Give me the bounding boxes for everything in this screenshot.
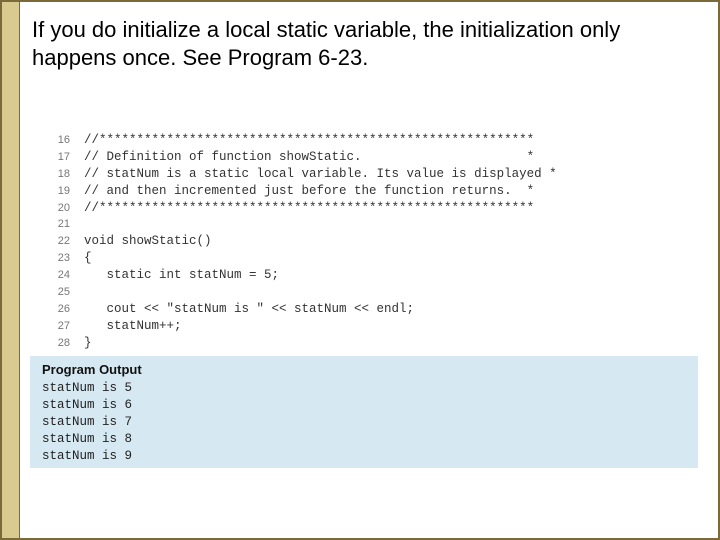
slide-container: If you do initialize a local static vari… — [0, 0, 720, 540]
left-accent-bar — [2, 2, 20, 538]
program-output: statNum is 5 statNum is 6 statNum is 7 s… — [42, 380, 682, 464]
code-listing: 16//************************************… — [42, 132, 682, 351]
program-output-heading: Program Output — [42, 362, 142, 377]
intro-paragraph: If you do initialize a local static vari… — [32, 16, 692, 71]
